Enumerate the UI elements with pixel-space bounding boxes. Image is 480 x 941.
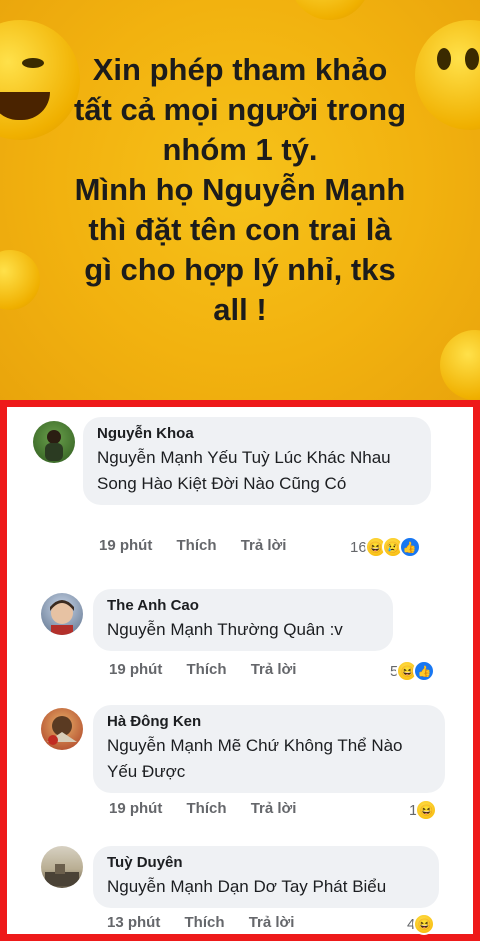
reaction-summary[interactable]: 1 😆 xyxy=(409,799,438,821)
reply-button[interactable]: Trả lời xyxy=(241,537,287,554)
comment-bubble: Hà Đông Ken Nguyễn Mạnh Mẽ Chứ Không Thể… xyxy=(93,705,445,793)
comment-time[interactable]: 13 phút xyxy=(107,914,160,931)
haha-icon: 😆 xyxy=(413,913,436,935)
comment-text: Nguyễn Mạnh Yếu Tuỳ Lúc Khác Nhau Song H… xyxy=(97,448,391,493)
comment-text: Nguyễn Mạnh Mẽ Chứ Không Thể Nào Yếu Đượ… xyxy=(107,736,403,781)
post-line: Xin phép tham khảo xyxy=(92,52,388,87)
comment-author[interactable]: Hà Đông Ken xyxy=(107,713,431,730)
post-line: tất cả mọi người trong xyxy=(73,92,407,127)
post-line: nhóm 1 tý. xyxy=(162,132,318,167)
comment-text: Nguyễn Mạnh Thường Quân :v xyxy=(107,620,343,639)
comment-meta: 13 phút Thích Trả lời xyxy=(107,914,314,931)
comment-time[interactable]: 19 phút xyxy=(99,537,152,554)
smiley-emoji-icon xyxy=(440,330,480,400)
like-button[interactable]: Thích xyxy=(185,914,225,931)
comment-meta: 19 phút Thích Trả lời xyxy=(109,800,316,817)
like-button[interactable]: Thích xyxy=(187,661,227,678)
post-line: gì cho hợp lý nhỉ, tks xyxy=(84,252,396,287)
smiley-emoji-icon xyxy=(290,0,370,20)
like-button[interactable]: Thích xyxy=(187,800,227,817)
comment-text: Nguyễn Mạnh Dạn Dơ Tay Phát Biểu xyxy=(107,877,387,896)
comment-bubble: Nguyễn Khoa Nguyễn Mạnh Yếu Tuỳ Lúc Khác… xyxy=(83,417,431,505)
reaction-summary[interactable]: 4 😆 xyxy=(407,913,436,935)
post-text: Xin phép tham khảo tất cả mọi người tron… xyxy=(20,50,460,330)
comment-author[interactable]: Nguyễn Khoa xyxy=(97,425,417,442)
avatar[interactable] xyxy=(41,708,83,750)
reply-button[interactable]: Trả lời xyxy=(249,914,295,931)
comments-frame: Nguyễn Khoa Nguyễn Mạnh Yếu Tuỳ Lúc Khác… xyxy=(0,400,480,941)
reply-button[interactable]: Trả lời xyxy=(251,661,297,678)
avatar[interactable] xyxy=(33,421,75,463)
comment-author[interactable]: The Anh Cao xyxy=(107,597,379,614)
comment-meta: 19 phút Thích Trả lời xyxy=(109,661,316,678)
like-icon: 👍 xyxy=(413,660,436,682)
reaction-summary[interactable]: 16 😆 😢 👍 xyxy=(350,536,421,558)
comment-bubble: Tuỳ Duyên Nguyễn Mạnh Dạn Dơ Tay Phát Bi… xyxy=(93,846,439,908)
comment-time[interactable]: 19 phút xyxy=(109,661,162,678)
avatar[interactable] xyxy=(41,593,83,635)
post-line: thì đặt tên con trai là xyxy=(88,212,392,247)
post-image: Xin phép tham khảo tất cả mọi người tron… xyxy=(0,0,480,404)
haha-icon: 😆 xyxy=(415,799,438,821)
reply-button[interactable]: Trả lời xyxy=(251,800,297,817)
post-line: Mình họ Nguyễn Mạnh xyxy=(74,172,406,207)
post-line: all ! xyxy=(213,292,267,327)
like-button[interactable]: Thích xyxy=(177,537,217,554)
comment-meta: 19 phút Thích Trả lời xyxy=(99,537,306,554)
like-icon: 👍 xyxy=(398,536,421,558)
comment-author[interactable]: Tuỳ Duyên xyxy=(107,854,425,871)
avatar[interactable] xyxy=(41,846,83,888)
reaction-summary[interactable]: 5 😆 👍 xyxy=(390,660,436,682)
comment-bubble: The Anh Cao Nguyễn Mạnh Thường Quân :v xyxy=(93,589,393,651)
comment-time[interactable]: 19 phút xyxy=(109,800,162,817)
